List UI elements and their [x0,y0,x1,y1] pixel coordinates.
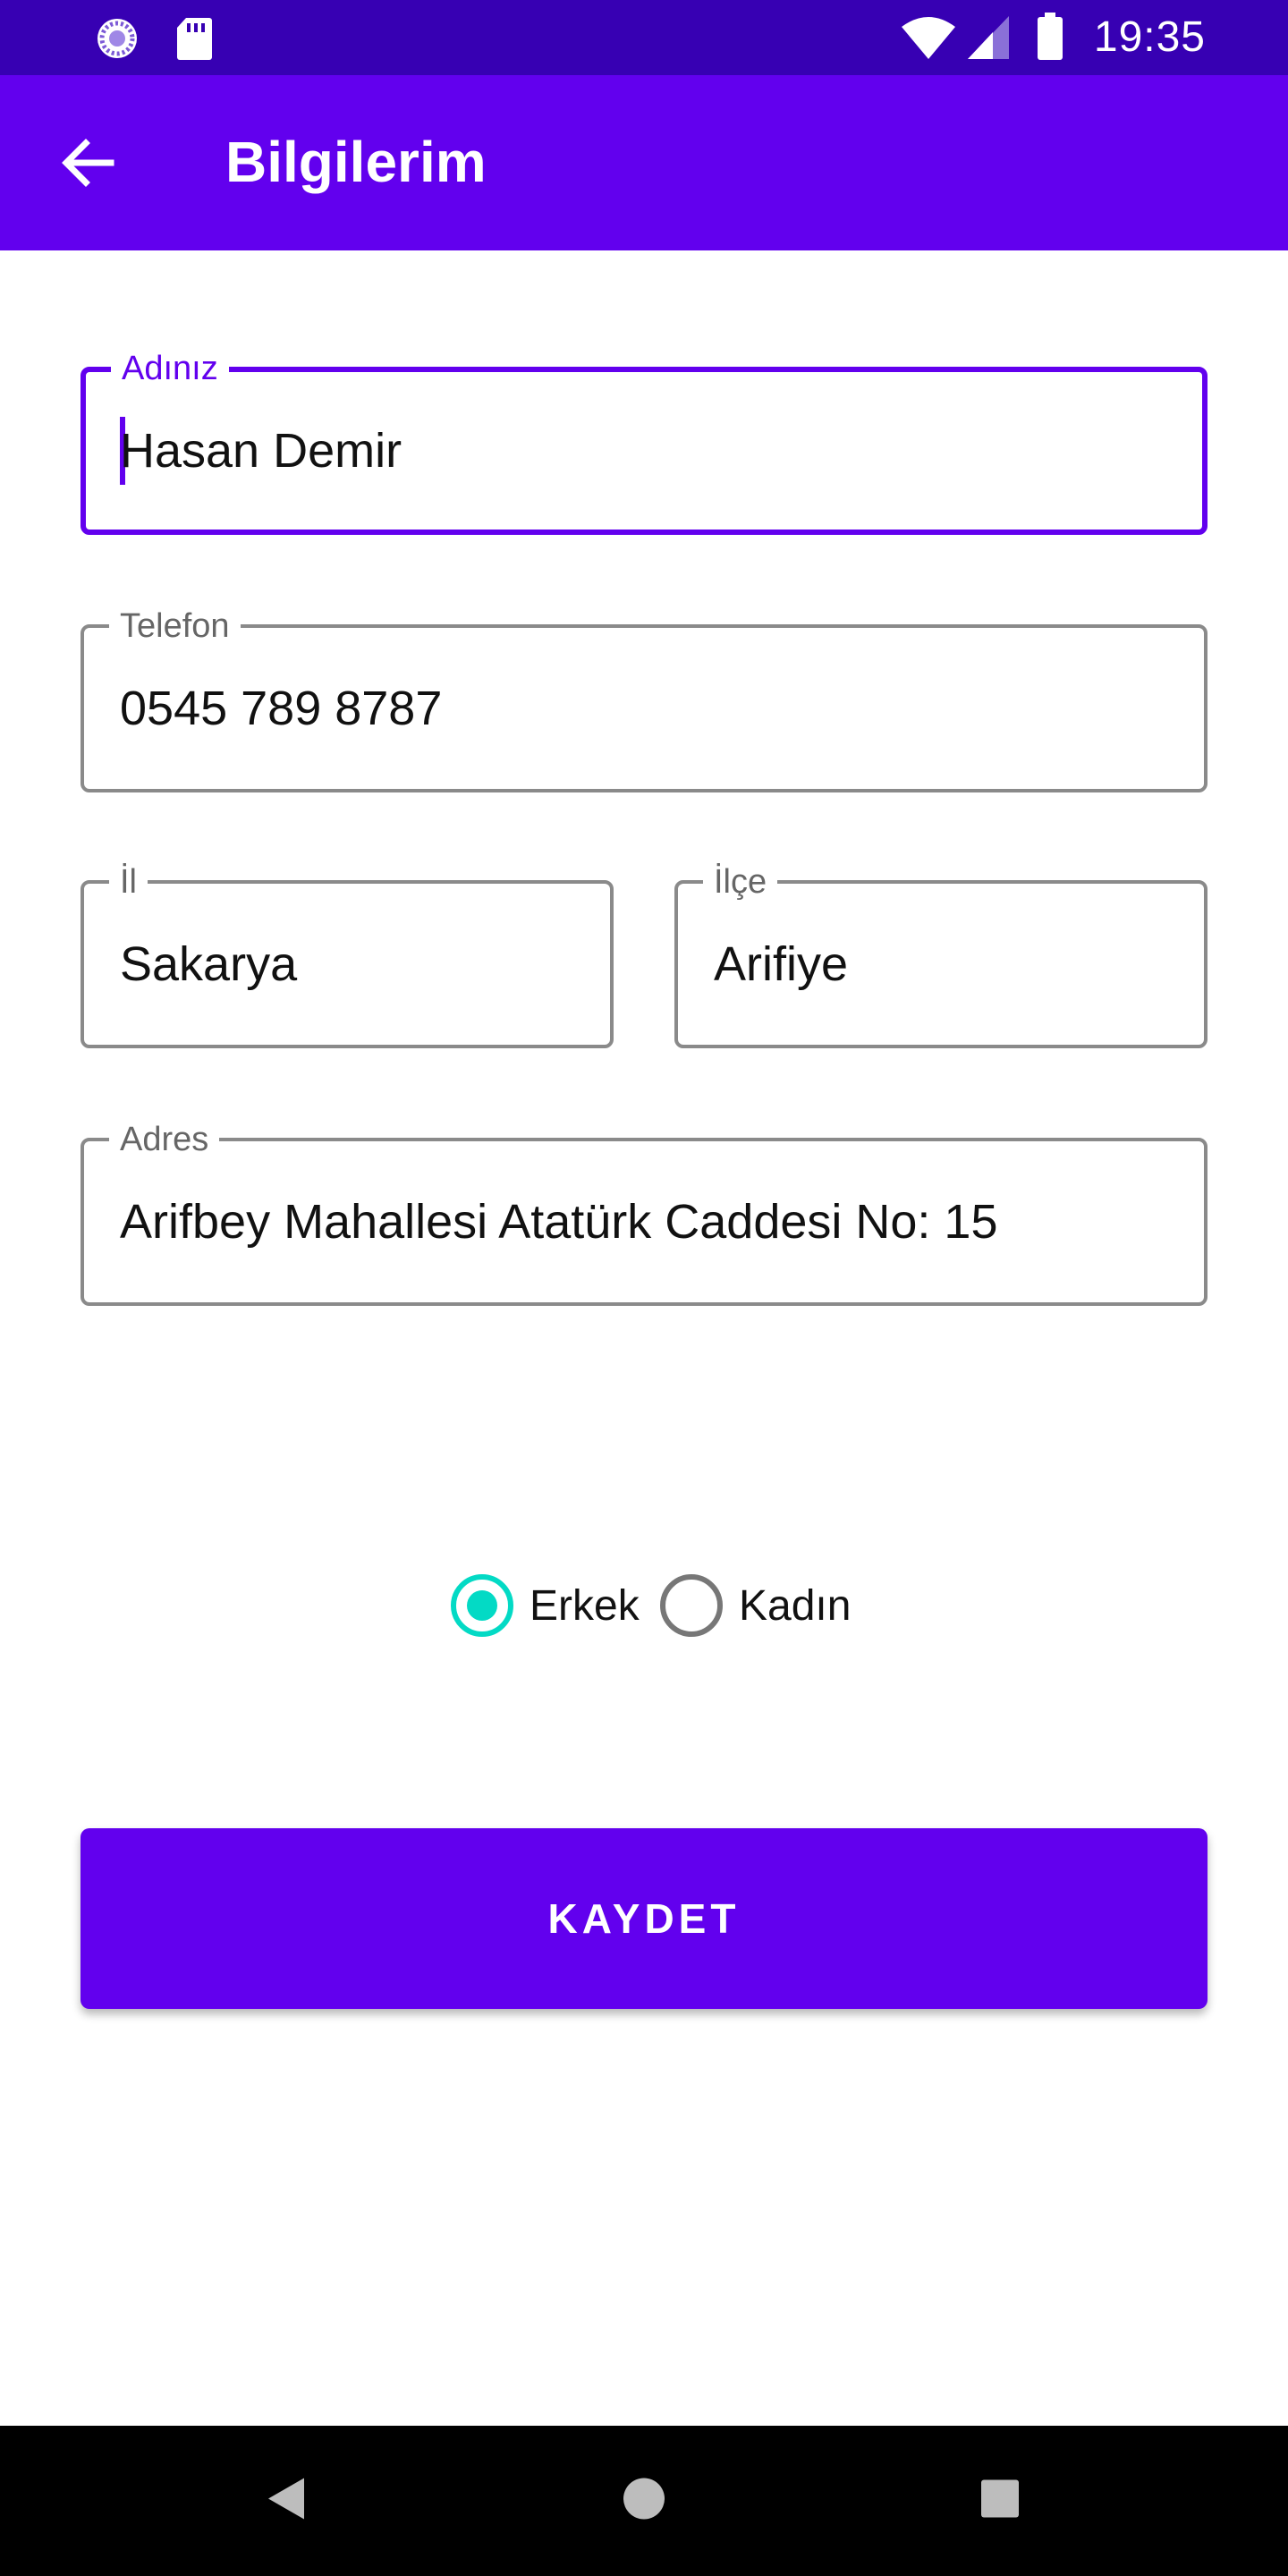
battery-icon [1036,13,1064,65]
radio-checked-icon [451,1574,513,1637]
address-field-value: Arifbey Mahallesi Atatürk Caddesi No: 15 [120,1195,998,1249]
city-field-value: Sakarya [120,937,298,991]
name-field-label: Adınız [111,349,229,388]
radio-erkek-label: Erkek [530,1581,640,1630]
name-field[interactable]: Adınız Hasan Demir [80,349,1208,535]
arrow-left-icon [61,138,114,192]
recents-square-icon[interactable] [980,2479,1020,2523]
radio-erkek[interactable]: Erkek [451,1574,640,1637]
address-field-label: Adres [109,1120,220,1159]
navigation-bar [0,2426,1288,2576]
page-title: Bilgilerim [225,130,487,194]
phone-field-label: Telefon [109,606,241,646]
status-bar: 19:35 [0,0,1288,75]
district-field[interactable]: İlçe Arifiye [674,862,1208,1048]
district-field-value: Arifiye [714,937,849,991]
wifi-icon [900,14,957,65]
radio-kadin[interactable]: Kadın [660,1574,851,1637]
save-button[interactable]: KAYDET [80,1828,1208,2009]
phone-field[interactable]: Telefon 0545 789 8787 [80,606,1208,792]
circle-badge-icon [95,16,140,65]
back-button[interactable] [50,127,125,202]
gender-radio-group: Erkek Kadın [0,1574,1288,1646]
phone-field-value: 0545 789 8787 [120,682,443,735]
home-circle-icon[interactable] [623,2478,665,2525]
status-time: 19:35 [1093,13,1206,61]
city-field-label: İl [109,862,148,902]
back-triangle-icon[interactable] [265,2477,306,2526]
sd-card-icon [175,16,213,65]
radio-kadin-label: Kadın [739,1581,852,1630]
name-field-value: Hasan Demir [120,424,402,478]
address-field[interactable]: Adres Arifbey Mahallesi Atatürk Caddesi … [80,1120,1208,1306]
district-field-label: İlçe [703,862,778,902]
signal-icon [966,14,1011,65]
app-bar: Bilgilerim [0,75,1288,250]
radio-unchecked-icon [660,1574,723,1637]
city-field[interactable]: İl Sakarya [80,862,614,1048]
